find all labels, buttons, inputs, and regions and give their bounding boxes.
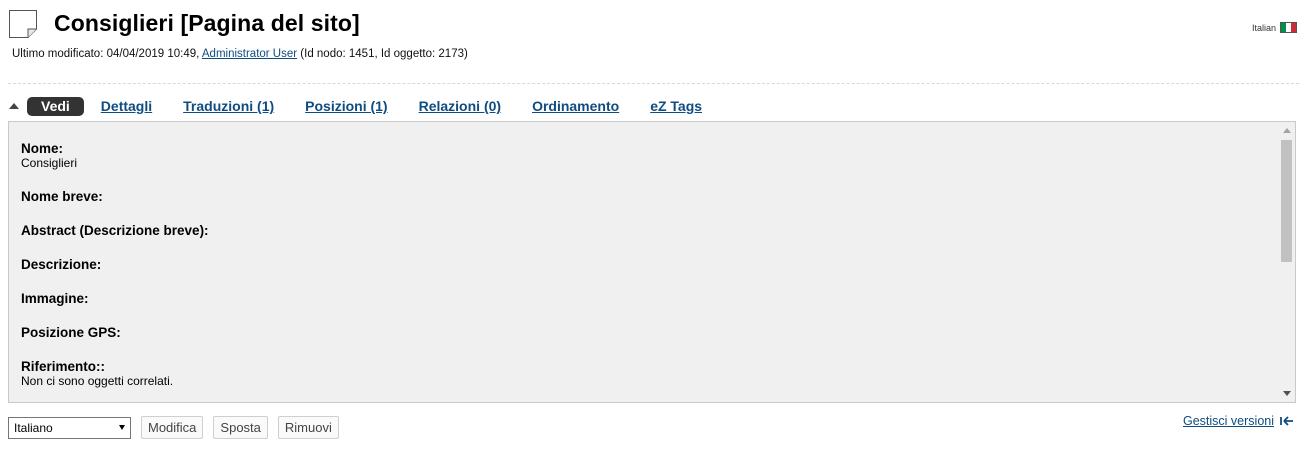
field-abstract: Abstract (Descrizione breve): [21, 223, 209, 238]
tab-view[interactable]: Vedi [27, 96, 84, 116]
vertical-scrollbar[interactable] [1278, 122, 1295, 402]
chevron-down-icon [119, 425, 125, 430]
field-name: Nome: Consiglieri [21, 141, 209, 170]
page-title: Consiglieri [Pagina del sito] [54, 10, 360, 36]
scroll-down-icon[interactable] [1283, 391, 1291, 396]
field-label: Nome: [21, 141, 64, 156]
remove-button[interactable]: Rimuovi [277, 416, 339, 439]
language-select-value: Italiano [14, 420, 53, 435]
tab-ez-tags[interactable]: eZ Tags [650, 98, 702, 114]
move-button[interactable]: Sposta [213, 416, 268, 439]
scroll-thumb[interactable] [1281, 140, 1292, 262]
edit-button[interactable]: Modifica [141, 416, 204, 439]
language-select[interactable]: Italiano [8, 416, 131, 439]
manage-versions: Gestisci versioni [1183, 414, 1294, 428]
view-tabs: Vedi Dettagli Traduzioni (1) Posizioni (… [6, 96, 733, 116]
field-label: Descrizione: [21, 257, 102, 272]
tab-details[interactable]: Dettagli [101, 98, 152, 114]
field-list: Nome: Consiglieri Nome breve: Abstract (… [21, 141, 209, 402]
tab-translations[interactable]: Traduzioni (1) [183, 98, 274, 114]
field-gps: Posizione GPS: [21, 325, 209, 340]
field-value: Consiglieri [21, 156, 78, 170]
italy-flag-icon [1280, 22, 1297, 33]
author-link[interactable]: Administrator User [202, 48, 297, 60]
field-label: Nome breve: [21, 189, 103, 204]
field-label: Posizione GPS: [21, 325, 121, 340]
content-panel: Nome: Consiglieri Nome breve: Abstract (… [8, 121, 1296, 403]
field-value: Non ci sono oggetti correlati. [21, 374, 174, 388]
language-label: Italian [1251, 22, 1276, 33]
scroll-up-icon[interactable] [1283, 128, 1291, 133]
modified-text: Ultimo modificato: 04/04/2019 10:49, [12, 48, 200, 60]
tab-relations[interactable]: Relazioni (0) [419, 98, 501, 114]
field-reference: Riferimento:: Non ci sono oggetti correl… [21, 359, 209, 388]
field-label: Riferimento:: [21, 359, 105, 374]
page-icon [9, 10, 37, 38]
manage-versions-link[interactable]: Gestisci versioni [1183, 414, 1274, 428]
field-description: Descrizione: [21, 257, 209, 272]
modification-info: Ultimo modificato: 04/04/2019 10:49, Adm… [12, 48, 468, 60]
action-bar: Italiano Modifica Sposta Rimuovi [8, 416, 349, 439]
versions-icon[interactable] [1280, 414, 1294, 428]
object-ids: (Id nodo: 1451, Id oggetto: 2173) [300, 48, 468, 60]
collapse-icon[interactable] [9, 103, 19, 109]
field-label: Abstract (Descrizione breve): [21, 223, 209, 238]
tab-ordering[interactable]: Ordinamento [532, 98, 619, 114]
field-label: Immagine: [21, 291, 89, 306]
divider [8, 83, 1299, 84]
field-image: Immagine: [21, 291, 209, 306]
language-indicator: Italian [1252, 22, 1297, 33]
tab-locations[interactable]: Posizioni (1) [305, 98, 387, 114]
field-short-name: Nome breve: [21, 189, 209, 204]
